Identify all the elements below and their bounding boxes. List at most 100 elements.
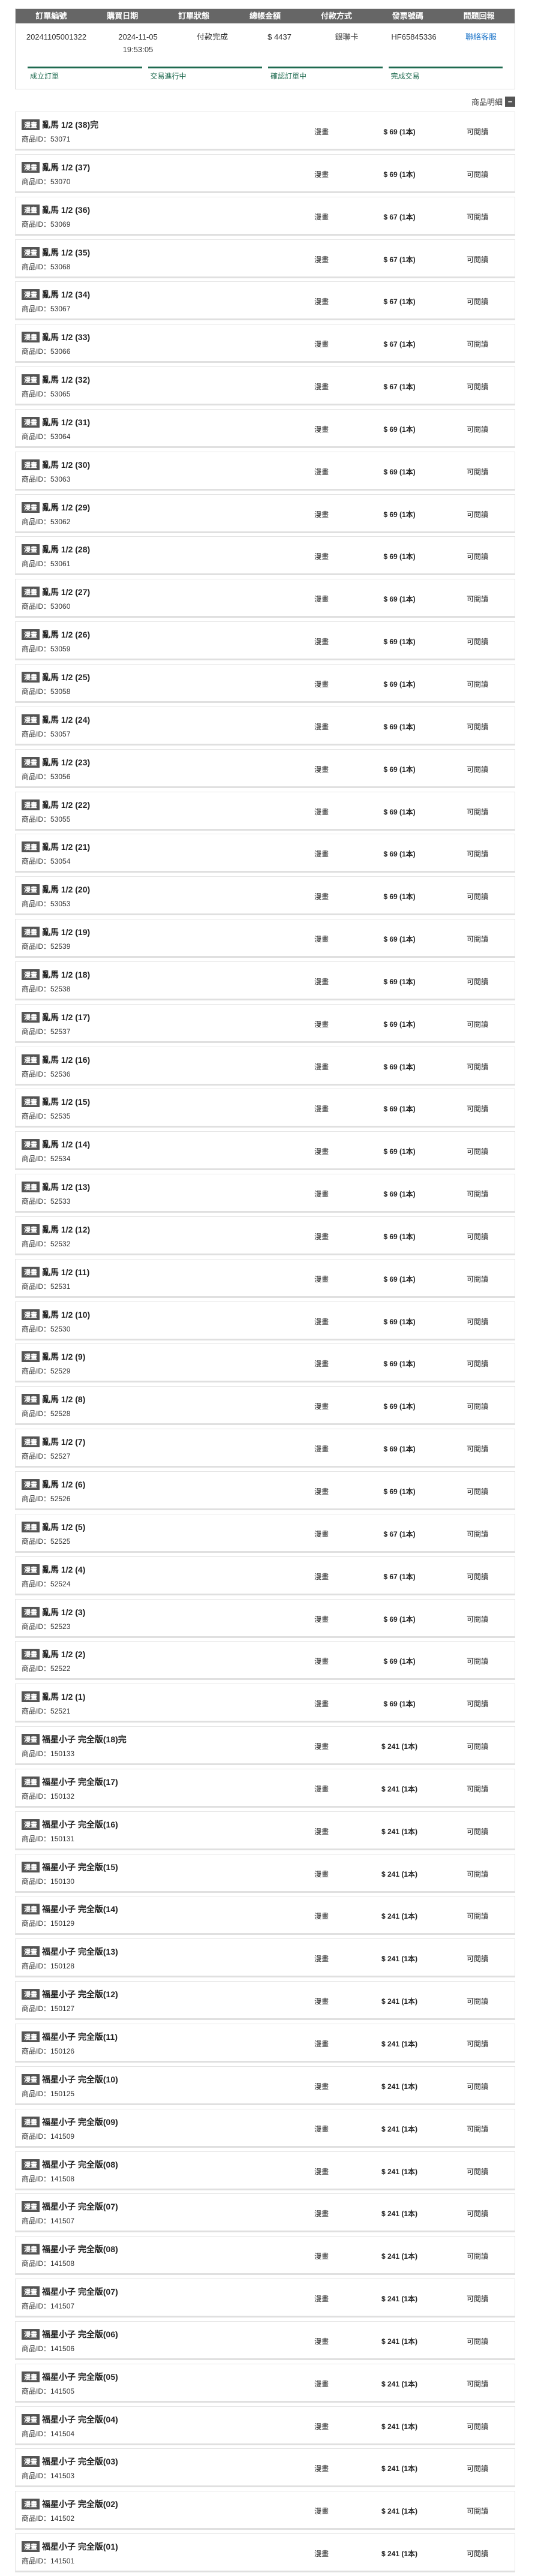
list-item[interactable]: 漫畫 亂馬 1/2 (30) 商品ID：53063 漫畫 $ 69 (1本) 可閱讀	[15, 451, 515, 491]
item-title[interactable]: 漫畫 福星小子 完全版(08)	[22, 2243, 118, 2255]
list-item[interactable]: 漫畫 亂馬 1/2 (37) 商品ID：53070 漫畫 $ 69 (1本) 可閱讀	[15, 154, 515, 193]
list-item[interactable]: 漫畫 福星小子 完全版(04) 商品ID：141504 漫畫 $ 241 (1本) 可閱讀	[15, 2406, 515, 2445]
list-item[interactable]: 漫畫 亂馬 1/2 (25) 商品ID：53058 漫畫 $ 69 (1本) 可閱讀	[15, 663, 515, 703]
list-item[interactable]: 漫畫 亂馬 1/2 (19) 商品ID：52539 漫畫 $ 69 (1本) 可閱讀	[15, 919, 515, 958]
item-title[interactable]: 漫畫 亂馬 1/2 (10)	[22, 1309, 90, 1321]
list-item[interactable]: 漫畫 亂馬 1/2 (14) 商品ID：52534 漫畫 $ 69 (1本) 可閱讀	[15, 1131, 515, 1171]
item-title[interactable]: 漫畫 亂馬 1/2 (6)	[22, 1478, 85, 1490]
list-item[interactable]: 漫畫 福星小子 完全版(09) 商品ID：141509 漫畫 $ 241 (1本) 可閱讀	[15, 2108, 515, 2148]
list-item[interactable]: 漫畫 亂馬 1/2 (29) 商品ID：53062 漫畫 $ 69 (1本) 可閱讀	[15, 494, 515, 533]
item-title[interactable]: 漫畫 亂馬 1/2 (25)	[22, 671, 90, 683]
list-item[interactable]: 漫畫 福星小子 完全版(17) 商品ID：150132 漫畫 $ 241 (1本) 可閱讀	[15, 1768, 515, 1808]
list-item[interactable]: 漫畫 福星小子 完全版(07) 商品ID：141507 漫畫 $ 241 (1本) 可閱讀	[15, 2279, 515, 2318]
item-title[interactable]: 漫畫 亂馬 1/2 (23)	[22, 756, 90, 768]
item-title[interactable]: 漫畫 亂馬 1/2 (35)	[22, 247, 90, 258]
list-item[interactable]: 漫畫 亂馬 1/2 (12) 商品ID：52532 漫畫 $ 69 (1本) 可閱讀	[15, 1216, 515, 1255]
item-title[interactable]: 漫畫 福星小子 完全版(03)	[22, 2455, 118, 2467]
list-item[interactable]: 漫畫 亂馬 1/2 (18) 商品ID：52538 漫畫 $ 69 (1本) 可閱讀	[15, 961, 515, 1000]
item-title[interactable]: 漫畫 亂馬 1/2 (15)	[22, 1096, 90, 1108]
list-item[interactable]: 漫畫 亂馬 1/2 (3) 商品ID：52523 漫畫 $ 69 (1本) 可閱讀	[15, 1598, 515, 1638]
list-item[interactable]: 漫畫 亂馬 1/2 (10) 商品ID：52530 漫畫 $ 69 (1本) 可閱讀	[15, 1301, 515, 1340]
item-title[interactable]: 漫畫 亂馬 1/2 (13)	[22, 1181, 90, 1193]
list-item[interactable]: 漫畫 福星小子 完全版(16) 商品ID：150131 漫畫 $ 241 (1本) 可閱讀	[15, 1811, 515, 1850]
item-title[interactable]: 漫畫 亂馬 1/2 (24)	[22, 714, 90, 726]
item-title[interactable]: 漫畫 福星小子 完全版(06)	[22, 2328, 118, 2340]
list-item[interactable]: 漫畫 亂馬 1/2 (38)完 商品ID：53071 漫畫 $ 69 (1本) 可閱讀	[15, 112, 515, 151]
item-title[interactable]: 漫畫 亂馬 1/2 (19)	[22, 926, 90, 938]
item-title[interactable]: 漫畫 福星小子 完全版(11)	[22, 2031, 118, 2043]
item-title[interactable]: 漫畫 亂馬 1/2 (11)	[22, 1266, 89, 1278]
item-title[interactable]: 漫畫 亂馬 1/2 (16)	[22, 1054, 90, 1066]
list-item[interactable]: 漫畫 福星小子 完全版(12) 商品ID：150127 漫畫 $ 241 (1本) 可閱讀	[15, 1981, 515, 2021]
item-title[interactable]: 漫畫 亂馬 1/2 (38)完	[22, 119, 98, 131]
item-title[interactable]: 漫畫 福星小子 完全版(13)	[22, 1946, 118, 1958]
list-item[interactable]: 漫畫 亂馬 1/2 (4) 商品ID：52524 漫畫 $ 67 (1本) 可閱讀	[15, 1556, 515, 1595]
list-item[interactable]: 漫畫 福星小子 完全版(06) 商品ID：141506 漫畫 $ 241 (1本) 可閱讀	[15, 2320, 515, 2360]
list-item[interactable]: 漫畫 亂馬 1/2 (6) 商品ID：52526 漫畫 $ 69 (1本) 可閱讀	[15, 1471, 515, 1510]
list-item[interactable]: 漫畫 亂馬 1/2 (5) 商品ID：52525 漫畫 $ 67 (1本) 可閱讀	[15, 1513, 515, 1553]
item-title[interactable]: 漫畫 亂馬 1/2 (4)	[22, 1564, 85, 1576]
item-title[interactable]: 漫畫 福星小子 完全版(01)	[22, 2541, 118, 2553]
item-title[interactable]: 漫畫 亂馬 1/2 (8)	[22, 1393, 85, 1405]
item-title[interactable]: 漫畫 亂馬 1/2 (34)	[22, 288, 90, 300]
item-title[interactable]: 漫畫 亂馬 1/2 (22)	[22, 799, 90, 811]
list-item[interactable]: 漫畫 福星小子 完全版(15) 商品ID：150130 漫畫 $ 241 (1本) 可閱讀	[15, 1853, 515, 1893]
list-item[interactable]: 漫畫 福星小子 完全版(03) 商品ID：141503 漫畫 $ 241 (1本) 可閱讀	[15, 2448, 515, 2488]
item-title[interactable]: 漫畫 福星小子 完全版(10)	[22, 2073, 118, 2085]
list-item[interactable]: 漫畫 亂馬 1/2 (7) 商品ID：52527 漫畫 $ 69 (1本) 可閱讀	[15, 1429, 515, 1468]
list-item[interactable]: 漫畫 亂馬 1/2 (28) 商品ID：53061 漫畫 $ 69 (1本) 可閱讀	[15, 536, 515, 576]
item-title[interactable]: 漫畫 福星小子 完全版(17)	[22, 1776, 118, 1788]
item-title[interactable]: 漫畫 福星小子 完全版(14)	[22, 1903, 118, 1915]
list-item[interactable]: 漫畫 福星小子 完全版(14) 商品ID：150129 漫畫 $ 241 (1本) 可閱讀	[15, 1896, 515, 1935]
item-title[interactable]: 漫畫 福星小子 完全版(05)	[22, 2371, 118, 2383]
item-title[interactable]: 漫畫 亂馬 1/2 (37)	[22, 161, 90, 173]
item-title[interactable]: 漫畫 亂馬 1/2 (12)	[22, 1224, 90, 1236]
item-title[interactable]: 漫畫 亂馬 1/2 (14)	[22, 1138, 90, 1150]
item-title[interactable]: 漫畫 福星小子 完全版(09)	[22, 2116, 118, 2128]
list-item[interactable]: 漫畫 亂馬 1/2 (35) 商品ID：53068 漫畫 $ 67 (1本) 可閱讀	[15, 239, 515, 278]
item-title[interactable]: 漫畫 福星小子 完全版(07)	[22, 2201, 118, 2213]
item-title[interactable]: 漫畫 福星小子 完全版(18)完	[22, 1733, 127, 1745]
collapse-icon[interactable]: −	[505, 97, 515, 107]
list-item[interactable]: 漫畫 亂馬 1/2 (32) 商品ID：53065 漫畫 $ 67 (1本) 可閱讀	[15, 366, 515, 406]
item-title[interactable]: 漫畫 亂馬 1/2 (5)	[22, 1521, 85, 1533]
list-item[interactable]: 漫畫 福星小子 完全版(02) 商品ID：141502 漫畫 $ 241 (1本) 可閱讀	[15, 2491, 515, 2530]
list-item[interactable]: 漫畫 亂馬 1/2 (15) 商品ID：52535 漫畫 $ 69 (1本) 可閱讀	[15, 1089, 515, 1128]
item-detail-toggle[interactable]: 商品明細 −	[471, 96, 515, 107]
item-title[interactable]: 漫畫 亂馬 1/2 (27)	[22, 586, 90, 598]
list-item[interactable]: 漫畫 亂馬 1/2 (16) 商品ID：52536 漫畫 $ 69 (1本) 可閱讀	[15, 1046, 515, 1086]
list-item[interactable]: 漫畫 亂馬 1/2 (36) 商品ID：53069 漫畫 $ 67 (1本) 可閱讀	[15, 196, 515, 236]
item-title[interactable]: 漫畫 亂馬 1/2 (18)	[22, 969, 90, 981]
list-item[interactable]: 漫畫 亂馬 1/2 (27) 商品ID：53060 漫畫 $ 69 (1本) 可閱讀	[15, 579, 515, 618]
list-item[interactable]: 漫畫 亂馬 1/2 (22) 商品ID：53055 漫畫 $ 69 (1本) 可閱讀	[15, 791, 515, 831]
list-item[interactable]: 漫畫 福星小子 完全版(01) 商品ID：141501 漫畫 $ 241 (1本) 可閱讀	[15, 2533, 515, 2573]
item-title[interactable]: 漫畫 亂馬 1/2 (32)	[22, 374, 90, 386]
list-item[interactable]: 漫畫 亂馬 1/2 (20) 商品ID：53053 漫畫 $ 69 (1本) 可閱讀	[15, 876, 515, 916]
item-title[interactable]: 漫畫 亂馬 1/2 (20)	[22, 883, 90, 895]
item-title[interactable]: 漫畫 亂馬 1/2 (36)	[22, 204, 90, 216]
list-item[interactable]: 漫畫 福星小子 完全版(07) 商品ID：141507 漫畫 $ 241 (1本) 可閱讀	[15, 2193, 515, 2233]
list-item[interactable]: 漫畫 亂馬 1/2 (26) 商品ID：53059 漫畫 $ 69 (1本) 可閱讀	[15, 621, 515, 661]
list-item[interactable]: 漫畫 亂馬 1/2 (1) 商品ID：52521 漫畫 $ 69 (1本) 可閱讀	[15, 1684, 515, 1723]
list-item[interactable]: 漫畫 亂馬 1/2 (33) 商品ID：53066 漫畫 $ 67 (1本) 可閱讀	[15, 324, 515, 363]
item-title[interactable]: 漫畫 亂馬 1/2 (2)	[22, 1648, 85, 1660]
list-item[interactable]: 漫畫 亂馬 1/2 (17) 商品ID：52537 漫畫 $ 69 (1本) 可閱讀	[15, 1003, 515, 1043]
list-item[interactable]: 漫畫 亂馬 1/2 (24) 商品ID：53057 漫畫 $ 69 (1本) 可閱讀	[15, 706, 515, 746]
list-item[interactable]: 漫畫 亂馬 1/2 (31) 商品ID：53064 漫畫 $ 69 (1本) 可閱讀	[15, 408, 515, 448]
item-title[interactable]: 漫畫 亂馬 1/2 (33)	[22, 331, 90, 343]
item-title[interactable]: 漫畫 亂馬 1/2 (3)	[22, 1606, 85, 1618]
item-title[interactable]: 漫畫 亂馬 1/2 (21)	[22, 841, 90, 853]
list-item[interactable]: 漫畫 福星小子 完全版(18)完 商品ID：150133 漫畫 $ 241 (1本) 可閱…	[15, 1726, 515, 1766]
item-title[interactable]: 漫畫 亂馬 1/2 (17)	[22, 1011, 90, 1023]
item-title[interactable]: 漫畫 亂馬 1/2 (26)	[22, 629, 90, 641]
list-item[interactable]: 漫畫 福星小子 完全版(10) 商品ID：150125 漫畫 $ 241 (1本) 可閱讀	[15, 2066, 515, 2105]
item-title[interactable]: 漫畫 亂馬 1/2 (1)	[22, 1691, 85, 1703]
item-title[interactable]: 漫畫 亂馬 1/2 (29)	[22, 501, 90, 513]
item-title[interactable]: 漫畫 福星小子 完全版(02)	[22, 2498, 118, 2510]
list-item[interactable]: 漫畫 福星小子 完全版(08) 商品ID：141508 漫畫 $ 241 (1本) 可閱讀	[15, 2236, 515, 2276]
list-item[interactable]: 漫畫 亂馬 1/2 (11) 商品ID：52531 漫畫 $ 69 (1本) 可閱讀	[15, 1258, 515, 1298]
item-title[interactable]: 漫畫 福星小子 完全版(12)	[22, 1988, 118, 2000]
item-title[interactable]: 漫畫 福星小子 完全版(07)	[22, 2286, 118, 2298]
list-item[interactable]: 漫畫 福星小子 完全版(05) 商品ID：141505 漫畫 $ 241 (1本) 可閱讀	[15, 2363, 515, 2403]
item-title[interactable]: 漫畫 亂馬 1/2 (30)	[22, 459, 90, 471]
